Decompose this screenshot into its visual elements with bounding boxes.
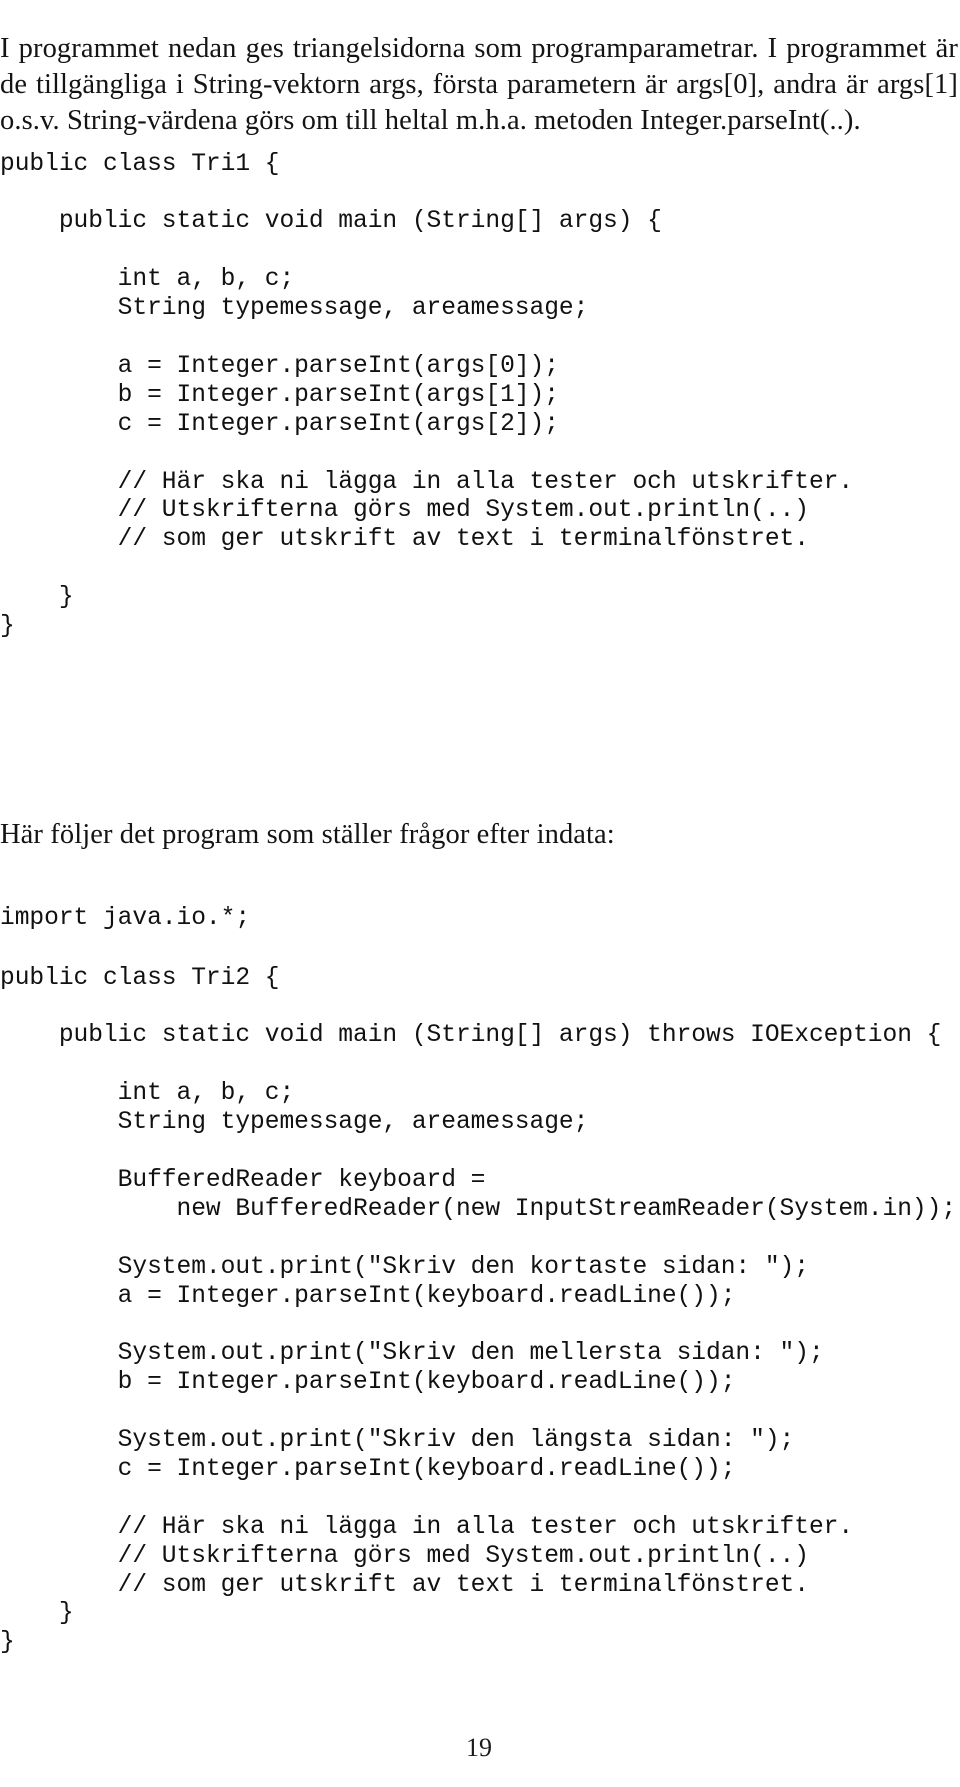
code-line: public static void main (String[] args) … [0,208,662,236]
code-line: String typemessage, areamessage; [0,1109,589,1137]
code-line: public class Tri1 { [0,150,280,178]
code-line: b = Integer.parseInt(keyboard.readLine()… [0,1369,736,1397]
code-line: System.out.print("Skriv den mellersta si… [0,1340,824,1368]
code-line: int a, b, c; [0,266,295,294]
document-page: I programmet nedan ges triangelsidorna s… [0,0,960,1787]
code-line: String typemessage, areamessage; [0,295,589,323]
code-line: } [0,584,74,612]
intro-paragraph: I programmet nedan ges triangelsidorna s… [0,32,958,136]
followup-paragraph: Här följer det program som ställer frågo… [0,818,615,850]
code-line: // Utskrifterna görs med System.out.prin… [0,497,809,525]
code-line: // Här ska ni lägga in alla tester och u… [0,1513,854,1541]
code-line: BufferedReader keyboard = [0,1166,486,1194]
code-line: } [0,1629,15,1657]
code-line: // som ger utskrift av text i terminalfö… [0,1571,809,1599]
code-line: // Utskrifterna görs med System.out.prin… [0,1542,809,1570]
code-line: public static void main (String[] args) … [0,1022,942,1050]
code-line: // som ger utskrift av text i terminalfö… [0,526,809,554]
code-line: c = Integer.parseInt(keyboard.readLine()… [0,1455,736,1483]
code-line: int a, b, c; [0,1080,295,1108]
code-line: a = Integer.parseInt(args[0]); [0,352,559,380]
code-line: new BufferedReader(new InputStreamReader… [0,1195,957,1223]
code-block-import: import java.io.*; [0,905,958,934]
code-line: } [0,1600,74,1628]
code-line: System.out.print("Skriv den kortaste sid… [0,1253,809,1281]
code-line: b = Integer.parseInt(args[1]); [0,381,559,409]
code-line: import java.io.*; [0,904,251,932]
code-block-tri1: public class Tri1 { public static void m… [0,151,958,642]
code-line: public class Tri2 { [0,964,280,992]
page-number: 19 [466,1733,492,1762]
code-line: } [0,613,15,641]
code-line: System.out.print("Skriv den längsta sida… [0,1427,795,1454]
code-line: a = Integer.parseInt(keyboard.readLine()… [0,1282,736,1310]
code-line: c = Integer.parseInt(args[2]); [0,410,559,438]
code-line: // Här ska ni lägga in alla tester och u… [0,468,854,496]
code-block-tri2: public class Tri2 { public static void m… [0,965,958,1659]
